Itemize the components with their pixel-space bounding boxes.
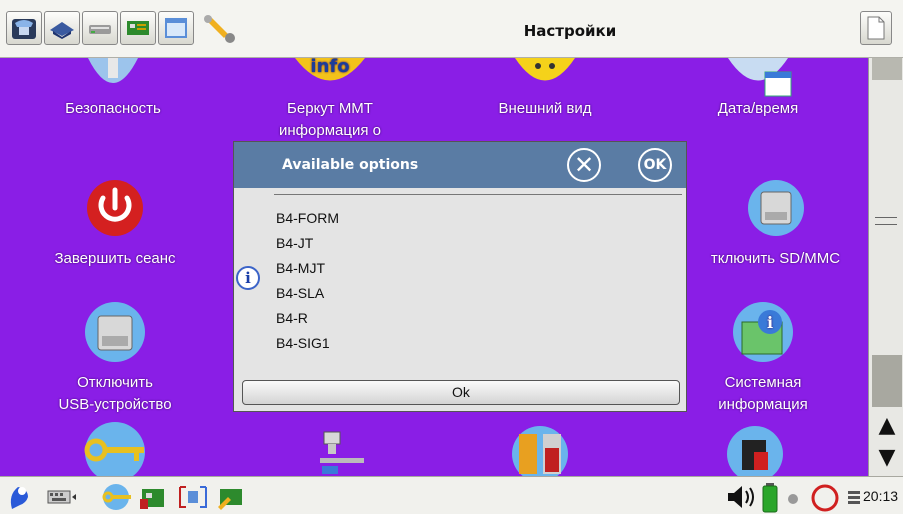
app-berkut-info[interactable]: info Беркут ММТ информация о — [255, 58, 405, 142]
start-menu-icon[interactable] — [6, 483, 36, 511]
top-bar: Настройки — [0, 0, 903, 58]
card-app-icon[interactable] — [120, 11, 156, 45]
close-icon: ✕ — [573, 151, 595, 179]
keyboard-icon[interactable] — [46, 483, 76, 509]
volume-icon[interactable] — [724, 483, 756, 511]
vertical-scrollbar[interactable]: ▲ ▼ — [868, 58, 903, 476]
dialog-header: Available options ✕ OK — [234, 142, 686, 188]
option-item[interactable]: B4-JT — [276, 233, 339, 258]
smiley-icon — [515, 58, 575, 81]
option-item[interactable]: B4-FORM — [276, 208, 339, 233]
clock: 20:13 — [863, 488, 899, 504]
keys-tray-icon[interactable] — [96, 483, 136, 511]
scroll-track-top — [872, 58, 902, 80]
dialog-title: Available options — [282, 157, 419, 173]
ok-icon: OK — [643, 157, 667, 173]
hat-app-icon[interactable] — [44, 11, 80, 45]
options-dialog: Available options ✕ OK i B4-FORM B4-JT B… — [233, 141, 687, 412]
phone-app-icon[interactable] — [6, 11, 42, 45]
modem-app-icon[interactable] — [82, 11, 118, 45]
key-icon — [88, 58, 138, 83]
app-eject-usb[interactable]: Отключить USB-устройство — [30, 300, 200, 416]
scroll-up-button[interactable]: ▲ — [872, 410, 902, 440]
scroll-grip[interactable] — [875, 217, 897, 225]
record-icon[interactable] — [810, 483, 840, 513]
app-label: Системная информация — [718, 374, 808, 413]
power-icon — [87, 180, 143, 236]
option-item[interactable]: B4-SLA — [276, 283, 339, 308]
ok-button[interactable]: Ok — [242, 380, 680, 405]
app-label: Отключить USB-устройство — [58, 374, 172, 413]
app-label: Беркут ММТ информация о — [279, 100, 381, 139]
clock-calendar-icon — [728, 58, 792, 97]
document-icon[interactable] — [860, 11, 892, 45]
window-switch-icon[interactable] — [176, 483, 210, 511]
app-security[interactable]: Безопасность — [38, 58, 188, 120]
app-label: тключить SD/MMC — [710, 250, 841, 267]
app-eject-sd[interactable]: тключить SD/MMC — [683, 178, 868, 270]
dialog-divider — [274, 194, 682, 195]
info-app-icon: info — [295, 58, 365, 81]
app-system-info[interactable]: i Системная информация — [683, 300, 843, 416]
battery-icon[interactable] — [505, 424, 575, 482]
app-label: Внешний вид — [498, 100, 592, 117]
dialog-close-button[interactable]: ✕ — [567, 148, 601, 182]
info-icon: i — [236, 266, 260, 290]
options-list: B4-FORM B4-JT B4-MJT B4-SLA B4-R B4-SIG1 — [276, 208, 339, 358]
card-tray-icon[interactable] — [138, 483, 168, 511]
language-flag-icon[interactable] — [720, 424, 790, 482]
network-status-icon[interactable] — [846, 483, 862, 511]
window-title: Настройки — [523, 22, 617, 40]
card-edit-tray-icon[interactable] — [216, 483, 248, 511]
wrench-app-icon[interactable] — [200, 12, 240, 46]
option-item[interactable]: B4-SIG1 — [276, 333, 339, 358]
taskbar: 20:13 — [0, 476, 903, 514]
status-dot-icon — [786, 483, 800, 511]
svg-text:i: i — [767, 313, 773, 332]
keys-icon[interactable] — [78, 422, 152, 482]
option-item[interactable]: B4-R — [276, 308, 339, 333]
app-label: Дата/время — [717, 100, 799, 117]
svg-text:info: info — [310, 58, 349, 77]
window-app-icon[interactable] — [158, 11, 194, 45]
app-appearance[interactable]: Внешний вид — [470, 58, 620, 120]
dialog-ok-button[interactable]: OK — [638, 148, 672, 182]
system-info-icon: i — [733, 302, 793, 362]
scroll-thumb[interactable] — [872, 355, 902, 407]
app-label: Завершить сеанс — [54, 250, 176, 267]
battery-level-icon[interactable] — [762, 483, 778, 513]
scroll-down-button[interactable]: ▼ — [872, 442, 902, 472]
option-item[interactable]: B4-MJT — [276, 258, 339, 283]
sd-card-icon — [747, 180, 804, 236]
app-label: Безопасность — [65, 100, 161, 117]
network-icon[interactable] — [310, 428, 370, 480]
app-date-time[interactable]: Дата/время — [683, 58, 833, 120]
app-end-session[interactable]: Завершить сеанс — [30, 178, 200, 270]
usb-drive-icon — [85, 302, 145, 362]
